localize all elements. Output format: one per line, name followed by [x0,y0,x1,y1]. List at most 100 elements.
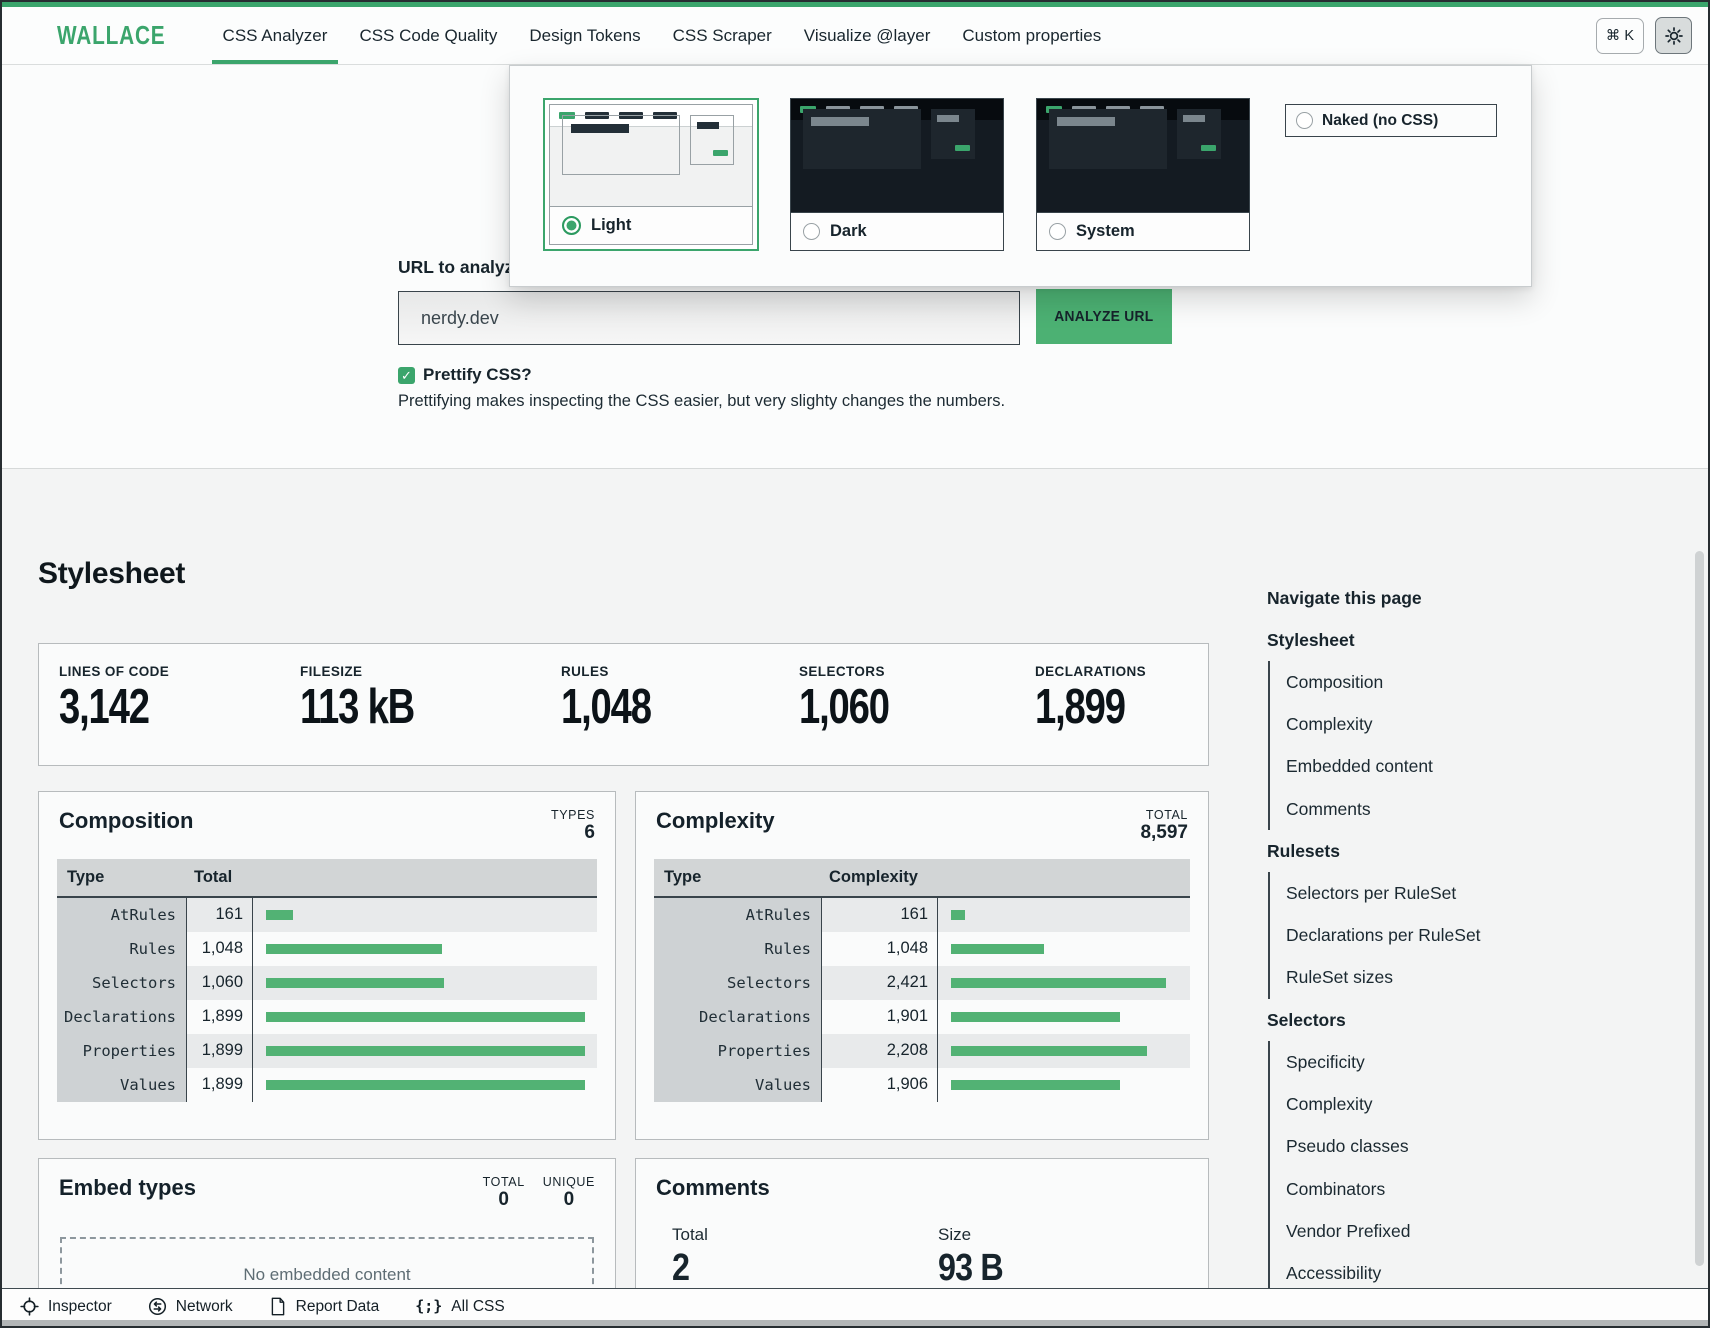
page-nav-link-declarations-per-ruleset[interactable]: Declarations per RuleSet [1286,914,1517,956]
row-type-label: Rules [57,932,187,966]
theme-option-light[interactable]: Light [543,98,759,251]
table-row-atrules: AtRules161 [57,898,597,932]
radio-light[interactable] [562,216,581,235]
theme-option-dark-labelrow: Dark [791,212,1003,250]
braces-icon: {;} [415,1297,442,1316]
total-value: 8,597 [1140,822,1188,844]
page-nav-link-combinators[interactable]: Combinators [1286,1168,1517,1210]
row-bar [266,1012,585,1022]
stat-rules: RULES1,048 [561,664,799,765]
page-nav-link-complexity[interactable]: Complexity [1286,1083,1517,1125]
stylesheet-stats-panel: LINES OF CODE3,142FILESIZE113 kBRULES1,0… [38,643,1209,766]
page-nav-link-specificity[interactable]: Specificity [1286,1041,1517,1083]
main-nav: CSS AnalyzerCSS Code QualityDesign Token… [207,7,1118,64]
preview-content-bar [811,117,869,126]
row-bar-cell [253,1034,597,1068]
page-nav-link-comments[interactable]: Comments [1286,788,1517,830]
embed-total-value: 0 [483,1189,525,1211]
theme-option-dark[interactable]: Dark [790,98,1004,251]
page-nav-link-vendor-prefixed[interactable]: Vendor Prefixed [1286,1210,1517,1252]
table-row-values: Values1,906 [654,1068,1190,1102]
row-bar [951,1046,1147,1056]
page-nav-link-composition[interactable]: Composition [1286,661,1517,703]
page-nav-link-ruleset-sizes[interactable]: RuleSet sizes [1286,957,1517,999]
page-nav-groups: StylesheetCompositionComplexityEmbedded … [1267,619,1517,1295]
toolbar-item-report-data[interactable]: Report Data [269,1297,380,1316]
page-nav-link-selectors-per-ruleset[interactable]: Selectors per RuleSet [1286,872,1517,914]
embed-types-title: Embed types [59,1175,196,1201]
command-palette-button[interactable]: ⌘ K [1596,18,1644,54]
row-type-label: Rules [654,932,822,966]
stat-label-lines-of-code: LINES OF CODE [59,664,300,679]
preview-side-box [690,115,734,165]
url-input[interactable] [398,291,1020,345]
nav-item-css-analyzer[interactable]: CSS Analyzer [212,7,339,64]
page-scrollbar[interactable] [1695,551,1704,1266]
nav-item-css-code-quality[interactable]: CSS Code Quality [348,7,508,64]
preview-content-box [1049,109,1167,169]
page-nav-link-pseudo-classes[interactable]: Pseudo classes [1286,1126,1517,1168]
radio-dark[interactable] [803,223,820,240]
theme-option-light-label: Light [591,216,631,235]
embed-unique-label: UNIQUE [543,1175,595,1189]
complexity-title: Complexity [656,808,775,834]
row-type-label: Values [57,1068,187,1102]
table-header: TypeComplexity [654,859,1190,898]
col-header-value: Complexity [822,868,938,887]
page-nav-link-complexity[interactable]: Complexity [1286,703,1517,745]
row-bar [951,1080,1120,1090]
complexity-meta: TOTAL 8,597 [1140,808,1188,844]
toolbar-item-network[interactable]: Network [148,1297,233,1316]
row-bar [951,944,1044,954]
toolbar-item-all-css[interactable]: {;}All CSS [415,1297,505,1316]
table-row-properties: Properties1,899 [57,1034,597,1068]
sun-icon [1664,26,1684,46]
row-bar-cell [938,1068,1190,1102]
types-label: TYPES [551,808,595,822]
theme-option-system[interactable]: System [1036,98,1250,251]
theme-toggle-button[interactable] [1655,17,1692,54]
page-nav-group-rulesets: Rulesets [1267,830,1517,872]
preview-content-bar [1057,117,1115,126]
page-nav: Navigate this page StylesheetComposition… [1267,577,1517,1295]
page-nav-link-embedded-content[interactable]: Embedded content [1286,746,1517,788]
row-bar-cell [253,1000,597,1034]
nav-item-custom-properties[interactable]: Custom properties [951,7,1112,64]
radio-system[interactable] [1049,223,1066,240]
row-bar [266,910,293,920]
app-header: WALLACE CSS AnalyzerCSS Code QualityDesi… [2,7,1708,65]
nav-item-css-scraper[interactable]: CSS Scraper [662,7,783,64]
page-nav-group-stylesheet: Stylesheet [1267,619,1517,661]
row-value: 1,060 [187,966,253,1000]
wallace-logo[interactable]: WALLACE [57,20,165,51]
theme-option-naked-label: Naked (no CSS) [1322,112,1438,130]
nav-item-design-tokens[interactable]: Design Tokens [518,7,651,64]
embed-types-header: Embed types TOTAL 0 UNIQUE 0 [39,1159,615,1211]
theme-option-naked[interactable]: Naked (no CSS) [1285,104,1497,137]
stylesheet-heading: Stylesheet [38,557,185,591]
col-header-value: Total [187,868,253,887]
table-row-rules: Rules1,048 [57,932,597,966]
row-bar [266,1046,585,1056]
toolbar-item-inspector[interactable]: Inspector [20,1297,112,1316]
col-header-type: Type [654,868,822,887]
table-header: TypeTotal [57,859,597,898]
nav-item-visualize-layer[interactable]: Visualize @layer [793,7,942,64]
row-bar-cell [938,966,1190,1000]
comments-size-label: Size [938,1225,1188,1245]
table-row-properties: Properties2,208 [654,1034,1190,1068]
row-bar [951,978,1166,988]
preview-side-box [931,109,975,159]
row-bar [951,910,965,920]
preview-side-accent [1201,145,1216,151]
comments-title: Comments [656,1175,770,1201]
table-row-selectors: Selectors2,421 [654,966,1190,1000]
theme-option-dark-preview [791,99,1003,212]
prettify-checkbox[interactable] [398,367,415,384]
analyze-url-button[interactable]: ANALYZE URL [1036,289,1172,344]
row-type-label: Values [654,1068,822,1102]
app-window: WALLACE CSS AnalyzerCSS Code QualityDesi… [0,0,1710,1328]
stat-lines-of-code: LINES OF CODE3,142 [59,664,300,765]
stat-value-wrap: 1,060 [799,679,1035,735]
radio-naked[interactable] [1296,112,1313,129]
